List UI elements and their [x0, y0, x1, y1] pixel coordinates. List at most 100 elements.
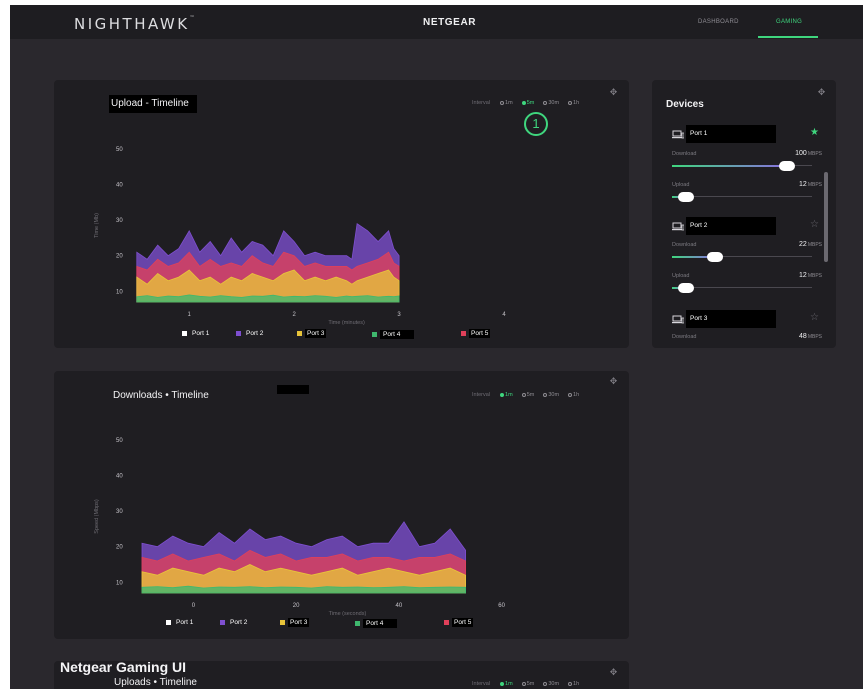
- interval-option-30m[interactable]: 30m: [543, 681, 559, 687]
- metric-label: Download: [672, 151, 697, 157]
- downloads-timeline-panel: Downloads • Timeline Interval 1m 5m 30m …: [54, 371, 629, 639]
- y-tick-label: 10: [116, 580, 123, 586]
- interval-selector: Interval 1m 5m 30m 1h: [472, 681, 588, 687]
- metric-value: 22: [799, 241, 807, 248]
- radio-icon: [543, 682, 548, 686]
- legend-label: Port 1: [192, 330, 210, 337]
- metric-value: 12: [799, 272, 807, 279]
- laptop-icon: [672, 130, 684, 139]
- x-tick-label: 20: [293, 603, 300, 609]
- y-tick-label: 50: [116, 438, 123, 444]
- slider-thumb[interactable]: [778, 161, 795, 171]
- device-header: Port 2 ☆: [672, 217, 822, 235]
- interval-option-1m[interactable]: 1m: [500, 681, 513, 687]
- legend-label: Port 1: [176, 619, 194, 626]
- slider-thumb[interactable]: [678, 192, 694, 202]
- legend-swatch: [372, 332, 377, 337]
- upload-metric: Upload 12MBPS: [672, 272, 822, 279]
- laptop-icon: [672, 315, 684, 324]
- metric-value: 48: [799, 333, 807, 340]
- metric-value: 100: [795, 150, 807, 157]
- tab-gaming[interactable]: GAMING: [776, 19, 802, 25]
- y-tick-label: 30: [116, 509, 123, 515]
- legend-swatch: [280, 620, 285, 625]
- legend-item-port-2[interactable]: Port 2: [236, 329, 265, 338]
- download-metric: Download 22MBPS: [672, 241, 822, 248]
- legend-label: Port 4: [363, 619, 398, 628]
- legend-item-port-5[interactable]: Port 5: [461, 329, 491, 338]
- legend-item-port-1[interactable]: Port 1: [166, 618, 195, 627]
- legend-swatch: [461, 331, 466, 336]
- downloads-chart: 10 20 30 40 50 0 20 40 60 Time (seconds) Speed (Mb…: [94, 438, 506, 617]
- legend-item-port-2[interactable]: Port 2: [220, 618, 249, 627]
- legend-item-port-4[interactable]: Port 4: [372, 330, 415, 339]
- legend-swatch: [182, 331, 187, 336]
- interval-option-5m[interactable]: 5m: [521, 681, 535, 687]
- legend-item-port-3[interactable]: Port 3: [280, 618, 310, 627]
- legend-item-port-4[interactable]: Port 4: [355, 619, 398, 628]
- star-icon[interactable]: ☆: [810, 219, 819, 230]
- metric-unit: MBPS: [807, 151, 822, 157]
- metric-unit: MBPS: [807, 273, 822, 279]
- slider-thumb[interactable]: [707, 252, 724, 262]
- devices-scrollbar[interactable]: [824, 172, 828, 262]
- metric-label: Download: [672, 242, 697, 248]
- download-slider[interactable]: [672, 252, 812, 262]
- uploads-timeline-title: Uploads • Timeline: [114, 677, 197, 688]
- legend-item-port-1[interactable]: Port 1: [182, 329, 211, 338]
- download-metric: Download 100MBPS: [672, 150, 822, 157]
- y-tick-label: 20: [116, 254, 123, 260]
- upload-slider[interactable]: [672, 283, 812, 293]
- download-metric: Download 48MBPS: [672, 333, 822, 340]
- upload-chart: 10 20 30 40 50 1 2 3 4 Time (minutes) Time (Mb): [94, 147, 506, 326]
- legend-label: Port 2: [230, 619, 248, 626]
- device-name: Port 2: [686, 217, 776, 235]
- interval-option-1h[interactable]: 1h: [568, 681, 579, 687]
- upload-timeline-panel: Upload - Timeline Interval 1m 5m 30m 1h …: [54, 80, 629, 348]
- interval-option-label: 1m: [505, 681, 513, 687]
- device-header: Port 3 ☆: [672, 310, 822, 328]
- legend-swatch: [297, 331, 302, 336]
- x-tick-label: 2: [292, 312, 296, 318]
- x-tick-label: 1: [188, 312, 192, 318]
- trademark-mark: ™: [189, 15, 195, 21]
- legend-item-port-5[interactable]: Port 5: [444, 618, 474, 627]
- interval-option-label: 1h: [573, 681, 580, 687]
- move-icon[interactable]: ✥: [609, 668, 618, 677]
- star-icon[interactable]: ☆: [810, 312, 819, 323]
- y-tick-label: 10: [116, 289, 123, 295]
- radio-icon: [500, 682, 505, 686]
- active-tab-indicator: [758, 36, 818, 38]
- legend-label: Port 3: [305, 329, 327, 338]
- metric-unit: MBPS: [807, 242, 822, 248]
- legend-label: Port 3: [288, 618, 310, 627]
- move-icon[interactable]: ✥: [817, 88, 826, 97]
- brand-logo[interactable]: NIGHTHAWK™: [74, 15, 195, 33]
- legend-item-port-3[interactable]: Port 3: [297, 329, 327, 338]
- slider-fill: [672, 165, 787, 167]
- star-icon[interactable]: ★: [810, 127, 819, 138]
- upload-slider[interactable]: [672, 192, 812, 202]
- download-slider[interactable]: [672, 161, 812, 171]
- slider-thumb[interactable]: [678, 283, 694, 293]
- laptop-icon: [672, 222, 684, 231]
- y-tick-label: 20: [116, 545, 123, 551]
- legend-label: Port 2: [246, 330, 264, 337]
- app-window: NIGHTHAWK™ NETGEAR DASHBOARD GAMING Uplo…: [10, 5, 863, 689]
- tab-dashboard[interactable]: DASHBOARD: [698, 19, 739, 25]
- metric-label: Upload: [672, 273, 690, 279]
- y-tick-label: 30: [116, 218, 123, 224]
- radio-icon: [521, 682, 526, 686]
- vendor-logo: NETGEAR: [423, 17, 477, 28]
- device-name: Port 1: [686, 125, 776, 143]
- metric-unit: MBPS: [807, 182, 822, 188]
- metric-value: 12: [799, 181, 807, 188]
- y-tick-label: 40: [116, 474, 123, 480]
- interval-option-label: 5m: [526, 681, 535, 687]
- device-header: Port 1 ★: [672, 125, 822, 143]
- y-tick-label: 40: [116, 183, 123, 189]
- legend-swatch: [355, 621, 360, 626]
- metric-label: Upload: [672, 182, 690, 188]
- legend-swatch: [166, 620, 171, 625]
- device-name: Port 3: [686, 310, 776, 328]
